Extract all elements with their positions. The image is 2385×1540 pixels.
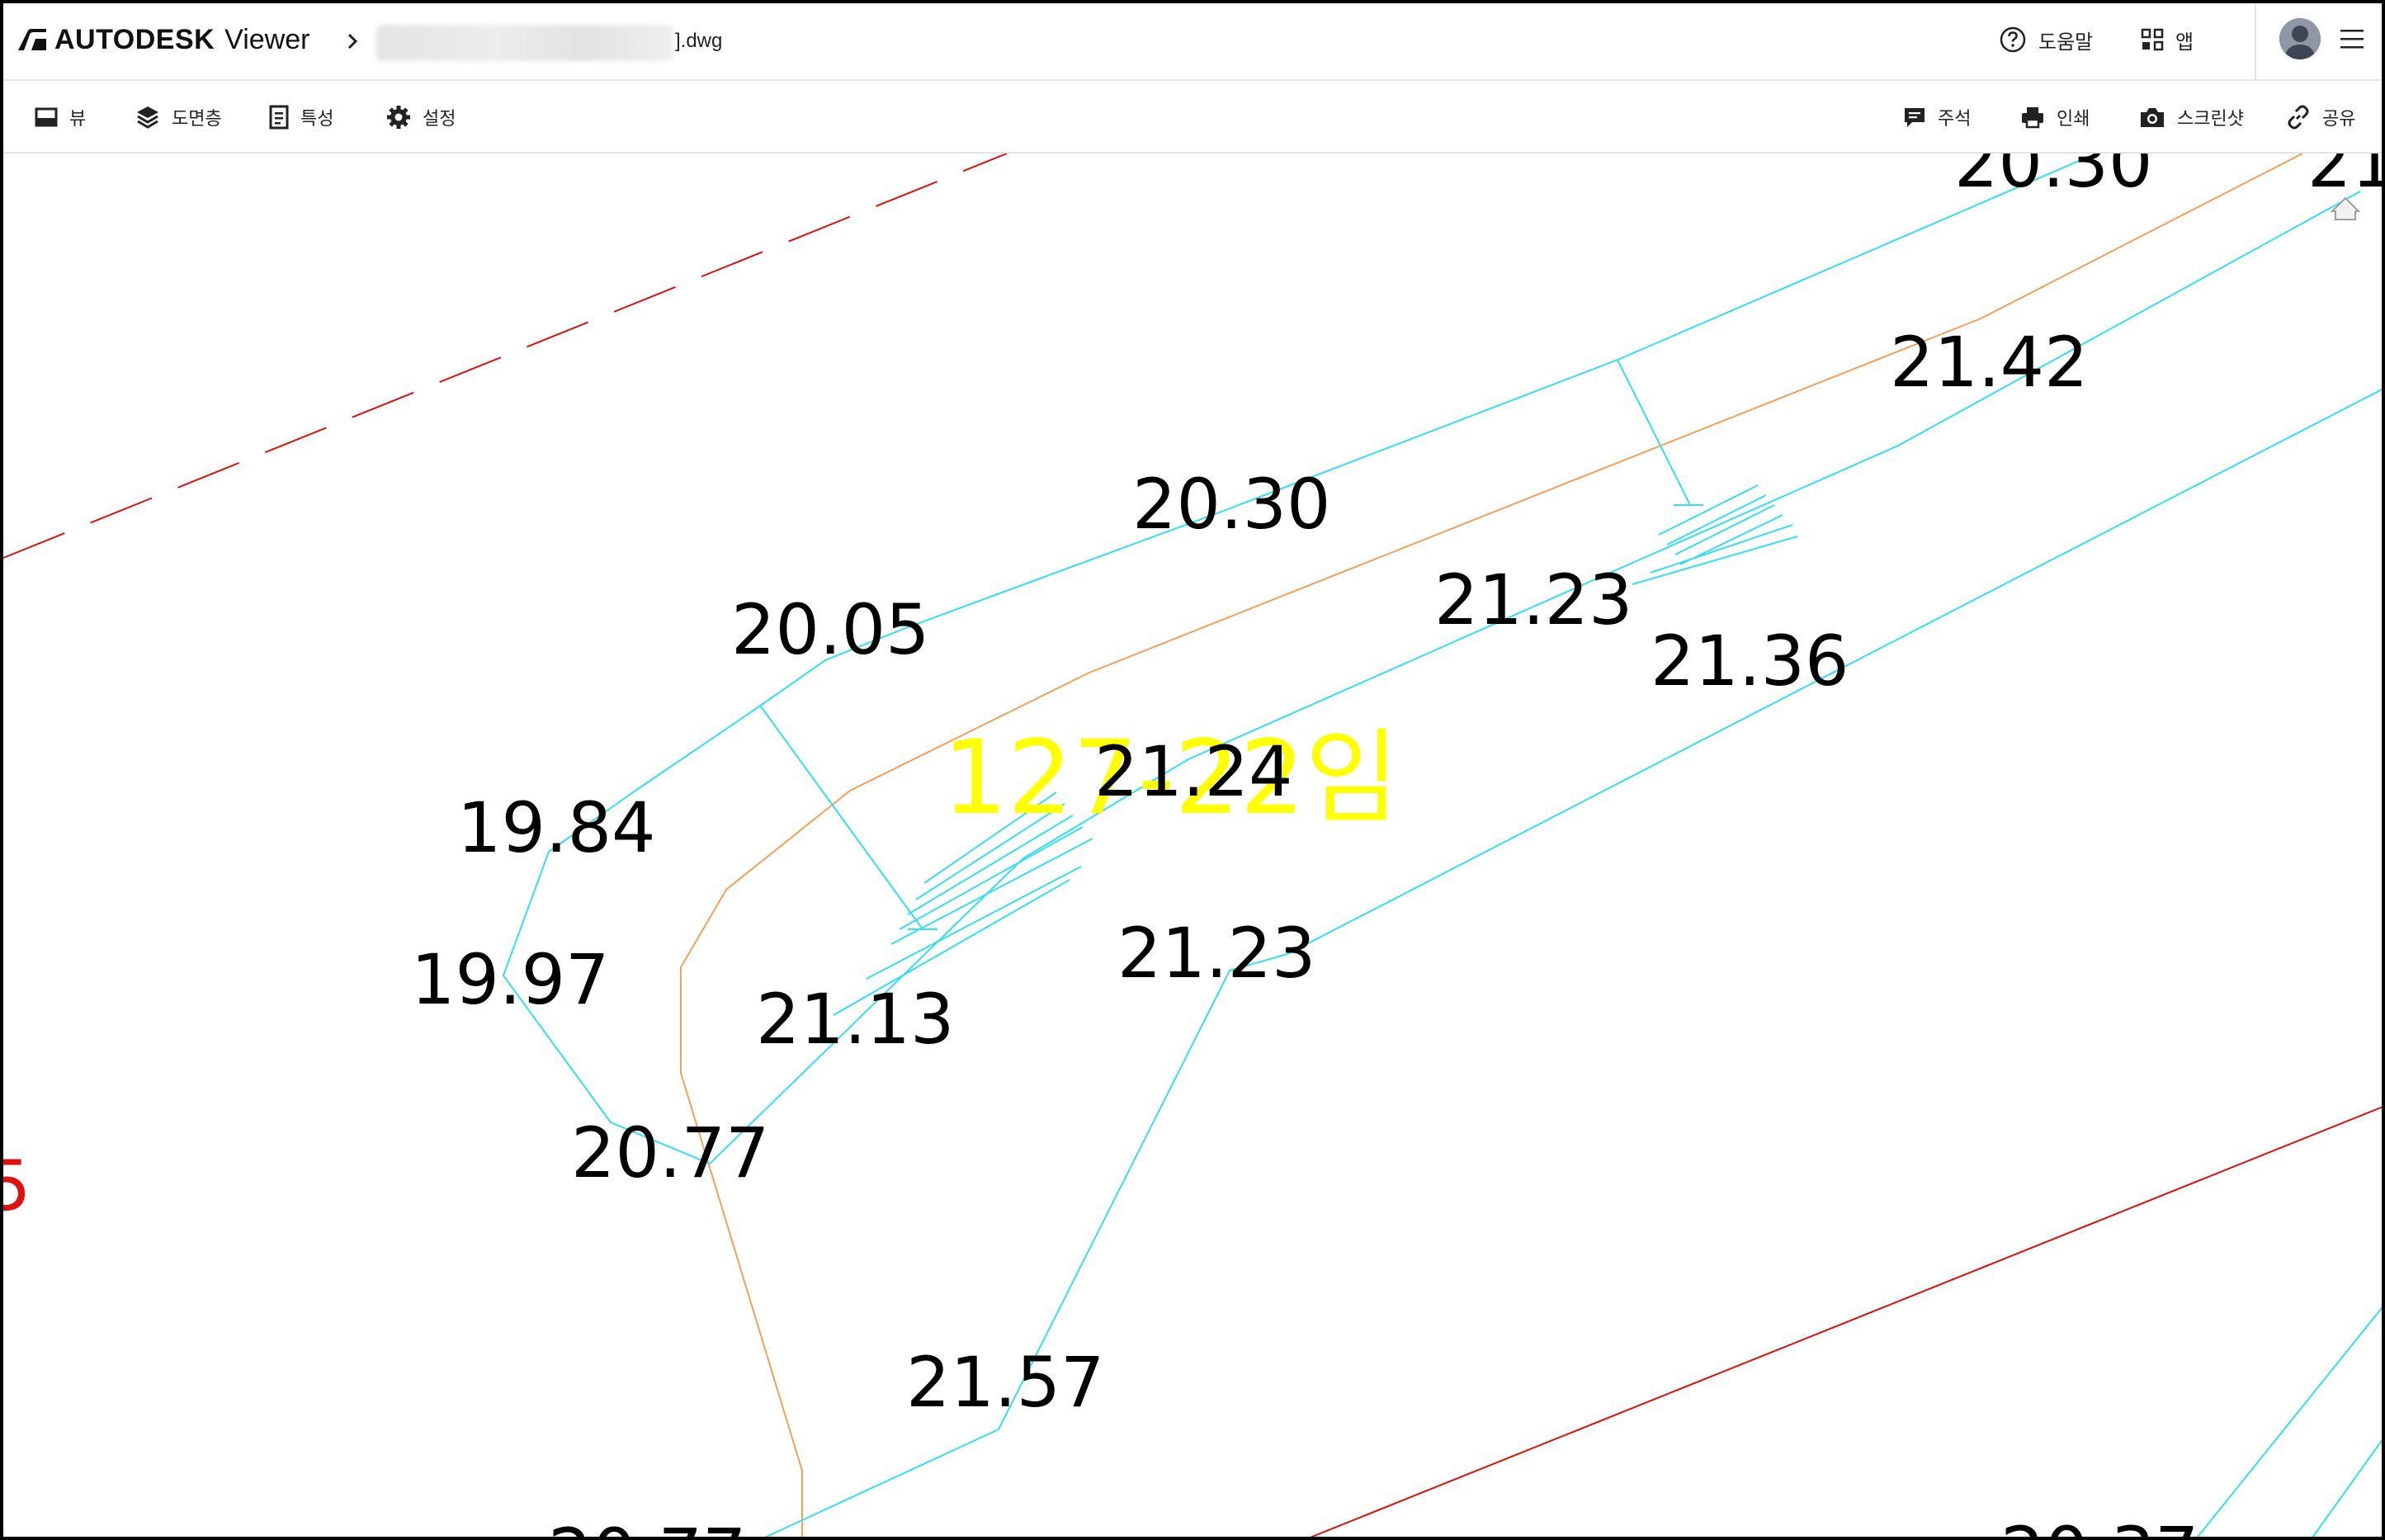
elevation-label: 19.97 xyxy=(411,939,609,1020)
autodesk-logo-icon xyxy=(18,29,46,50)
hamburger-menu-icon[interactable] xyxy=(2339,25,2365,53)
view-button[interactable]: 뷰 xyxy=(35,101,86,134)
filename-redacted xyxy=(376,25,673,61)
header-divider xyxy=(2255,0,2256,81)
chevron-right-icon xyxy=(347,33,358,50)
red-dashed-line xyxy=(2,154,1008,559)
elevation-label: 21.13 xyxy=(756,979,954,1060)
elevation-label: 21.24 xyxy=(1094,731,1292,812)
autodesk-logo[interactable]: AUTODESK Viewer xyxy=(18,21,309,58)
screenshot-label: 스크린샷 xyxy=(2177,108,2244,129)
elevation-label: 21.57 xyxy=(906,1342,1104,1423)
camera-icon xyxy=(2141,108,2164,127)
logo-product-text: Viewer xyxy=(224,23,310,55)
elevation-label: 20.77 xyxy=(571,1112,769,1193)
red-boundary-line xyxy=(1303,1105,2385,1540)
properties-label: 특성 xyxy=(300,108,334,129)
settings-button[interactable]: 설정 xyxy=(386,101,456,134)
link-icon xyxy=(2288,105,2309,130)
print-label: 인쇄 xyxy=(2057,108,2090,129)
markup-label: 주석 xyxy=(1938,108,1972,129)
comment-icon xyxy=(1905,108,1925,127)
help-icon xyxy=(2000,26,2026,53)
properties-button[interactable]: 특성 xyxy=(269,101,333,134)
printer-icon xyxy=(2022,107,2043,129)
properties-document-icon xyxy=(269,105,289,130)
cad-drawing: 127-22임 20.30 21.42 20.05 21.23 21.36 21… xyxy=(0,154,2385,1540)
partial-elevation-label: 20.77 xyxy=(548,1514,746,1540)
view-label: 뷰 xyxy=(69,108,87,129)
view-panel-icon xyxy=(35,107,58,127)
elevation-label: 21.36 xyxy=(1651,621,1849,702)
elevation-label: 20.05 xyxy=(731,589,929,670)
partial-elevation-label: 21 xyxy=(2307,154,2385,203)
help-button[interactable]: 도움말 xyxy=(1999,23,2093,56)
partial-elevation-label: 20.30 xyxy=(1954,154,2152,203)
user-avatar[interactable] xyxy=(2279,18,2321,59)
apps-button[interactable]: 앱 xyxy=(2141,23,2194,56)
layers-icon xyxy=(137,106,158,129)
logo-brand-text: AUTODESK xyxy=(54,23,215,55)
markup-button[interactable]: 주석 xyxy=(1903,101,1971,134)
layers-label: 도면층 xyxy=(172,108,222,129)
apps-grid-icon xyxy=(2141,28,2164,51)
share-label: 공유 xyxy=(2322,108,2356,129)
layers-button[interactable]: 도면층 xyxy=(135,101,222,134)
app-header: AUTODESK Viewer ].dwg 도움말 앱 xyxy=(0,0,2385,81)
viewer-toolbar: 뷰 도면층 특성 설정 주석 인쇄 스크린샷 공유 xyxy=(0,81,2385,154)
share-button[interactable]: 공유 xyxy=(2286,101,2355,134)
drawing-canvas[interactable]: 127-22임 20.30 21.42 20.05 21.23 21.36 21… xyxy=(0,154,2385,1540)
elevation-label: 19.84 xyxy=(457,787,655,868)
partial-elevation-label: 20.37 xyxy=(2000,1512,2198,1540)
elevation-label: 20.30 xyxy=(1132,464,1330,545)
elevation-label: 21.23 xyxy=(1434,560,1632,640)
filename-extension: ].dwg xyxy=(675,30,723,52)
gear-icon xyxy=(387,106,410,129)
cyan-contour-lines xyxy=(502,154,2385,1540)
screenshot-button[interactable]: 스크린샷 xyxy=(2139,101,2244,134)
elevation-label: 21.42 xyxy=(1890,322,2088,403)
help-label: 도움말 xyxy=(2038,31,2094,54)
apps-label: 앱 xyxy=(2175,31,2194,54)
elevation-label: 21.23 xyxy=(1117,913,1315,994)
settings-label: 설정 xyxy=(423,108,456,129)
partial-red-label: 5 xyxy=(0,1146,31,1226)
user-silhouette-icon xyxy=(2279,18,2321,59)
print-button[interactable]: 인쇄 xyxy=(2020,101,2090,134)
